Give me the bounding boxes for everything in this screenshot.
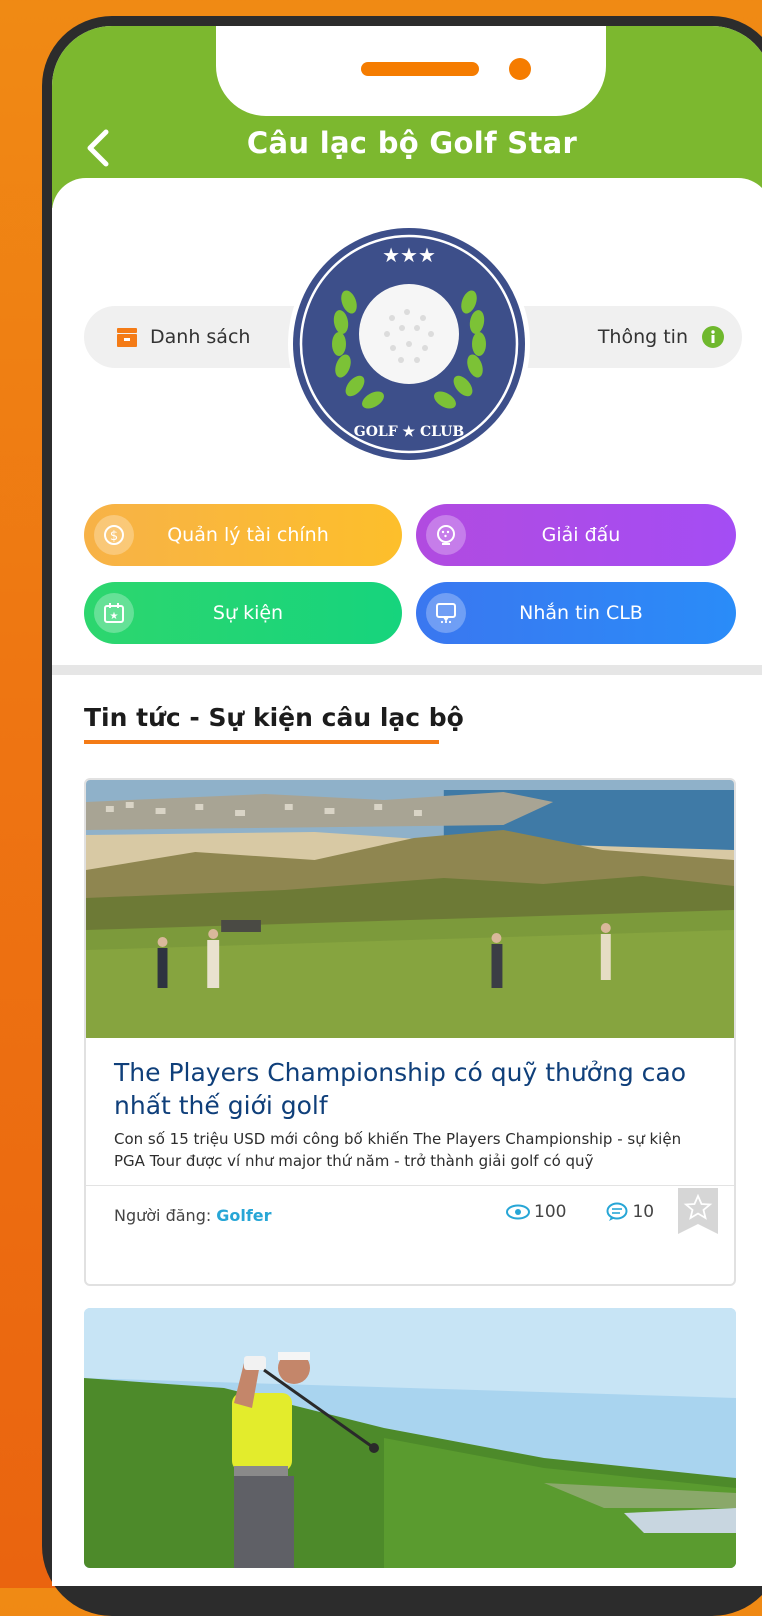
news-title[interactable]: The Players Championship có quỹ thưởng c… xyxy=(114,1056,714,1122)
tournament-button[interactable]: Giải đấu xyxy=(416,504,736,566)
club-message-label: Nhắn tin CLB xyxy=(519,602,643,624)
tournament-label: Giải đấu xyxy=(541,524,621,546)
event-label: Sự kiện xyxy=(212,602,284,624)
comment-icon xyxy=(606,1202,628,1221)
comments-count: 10 xyxy=(632,1202,655,1222)
news-stats: 100 10 xyxy=(506,1202,694,1222)
svg-text:★: ★ xyxy=(110,611,119,622)
news-card[interactable]: The Players Championship có quỹ thưởng c… xyxy=(84,778,736,1286)
card-separator xyxy=(86,1185,734,1186)
svg-text:$: $ xyxy=(110,529,118,544)
page-title: Câu lạc bộ Golf Star xyxy=(246,126,578,160)
phone-notch xyxy=(216,26,606,116)
news-description: Con số 15 triệu USD mới công bố khiến Th… xyxy=(114,1130,682,1170)
app-screen: Câu lạc bộ Golf Star Danh sách Thông tin xyxy=(52,26,762,1586)
author-link[interactable]: Golfer xyxy=(216,1206,271,1225)
event-button[interactable]: ★ Sự kiện xyxy=(84,582,402,644)
main-content: Danh sách Thông tin ★★★ GOLF ★ CLUB $ Qu… xyxy=(52,178,762,1586)
views-count: 100 xyxy=(534,1202,567,1222)
club-logo: ★★★ GOLF ★ CLUB xyxy=(288,223,530,465)
logo-stars: ★★★ xyxy=(382,243,436,267)
bookmark-star-icon[interactable] xyxy=(678,1188,718,1234)
author-label: Người đăng: xyxy=(114,1206,212,1225)
calendar-icon: ★ xyxy=(94,593,134,633)
camera-dot xyxy=(509,58,531,80)
inbox-icon xyxy=(117,328,137,347)
comments-stat: 10 xyxy=(606,1202,674,1222)
section-underline xyxy=(84,740,439,744)
info-icon xyxy=(702,326,724,348)
list-label: Danh sách xyxy=(150,326,251,348)
finance-button[interactable]: $ Quản lý tài chính xyxy=(84,504,402,566)
logo-text: GOLF ★ CLUB xyxy=(354,424,465,440)
finance-icon: $ xyxy=(94,515,134,555)
views-stat: 100 xyxy=(506,1202,586,1222)
news-author-row: Người đăng: Golfer xyxy=(114,1206,272,1225)
speaker-grille xyxy=(361,62,479,76)
finance-label: Quản lý tài chính xyxy=(167,524,329,546)
club-message-button[interactable]: Nhắn tin CLB xyxy=(416,582,736,644)
chat-icon xyxy=(426,593,466,633)
news-card-image[interactable] xyxy=(86,780,734,1038)
golf-ball-icon xyxy=(426,515,466,555)
news-section-title: Tin tức - Sự kiện câu lạc bộ xyxy=(84,703,464,732)
section-divider xyxy=(52,665,762,675)
eye-icon xyxy=(506,1204,530,1220)
news-card-2-image[interactable] xyxy=(84,1308,736,1568)
info-label: Thông tin xyxy=(597,326,688,348)
